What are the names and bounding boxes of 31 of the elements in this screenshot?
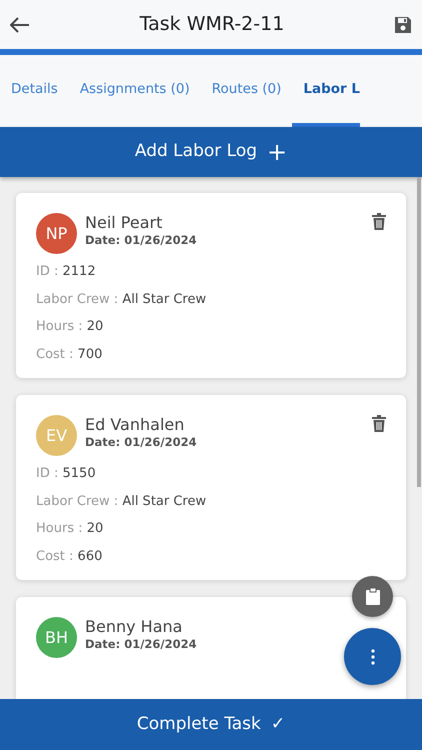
add-labor-log-button[interactable]: Add Labor Log +	[0, 127, 422, 177]
field-row-text: Cost : 700	[36, 346, 104, 364]
field-row-text: Labor Crew : All Star Crew	[36, 290, 208, 308]
more-icon	[370, 648, 374, 664]
tab[interactable]: Details	[0, 55, 69, 127]
field-row-text: Hours : 20	[36, 520, 104, 538]
log-date: Date: 01/26/2024	[85, 636, 198, 654]
page-title: Task WMR-2-11	[140, 13, 284, 36]
log-date: Date: 01/26/2024	[85, 434, 198, 452]
back-button[interactable]	[10, 16, 30, 32]
log-date: Date: 01/26/2024	[85, 232, 198, 250]
avatar: BH	[36, 617, 77, 658]
person-name: Ed Vanhalen	[85, 415, 186, 434]
complete-task-button[interactable]: Complete Task ✓	[0, 699, 422, 750]
field-row-text: ID : 2112	[36, 263, 97, 281]
person-name: Neil Peart	[85, 213, 164, 232]
person-name: Benny Hana	[85, 617, 184, 636]
plus-icon: +	[267, 140, 288, 164]
avatar: NP	[36, 213, 77, 254]
delete-button[interactable]	[372, 415, 386, 432]
check-icon: ✓	[270, 712, 286, 738]
field-row-text: Labor Crew : All Star Crew	[36, 492, 208, 510]
tab[interactable]: Assignments (0)	[68, 55, 201, 127]
delete-button[interactable]	[372, 213, 386, 230]
clipboard-icon	[366, 588, 380, 605]
save-button[interactable]	[394, 16, 412, 34]
field-row-text: Cost : 660	[36, 548, 104, 566]
avatar: EV	[36, 415, 77, 456]
tab[interactable]: Routes (0)	[200, 55, 292, 127]
field-row-text: Hours : 20	[36, 318, 104, 336]
field-row-text: ID : 5150	[36, 465, 97, 483]
